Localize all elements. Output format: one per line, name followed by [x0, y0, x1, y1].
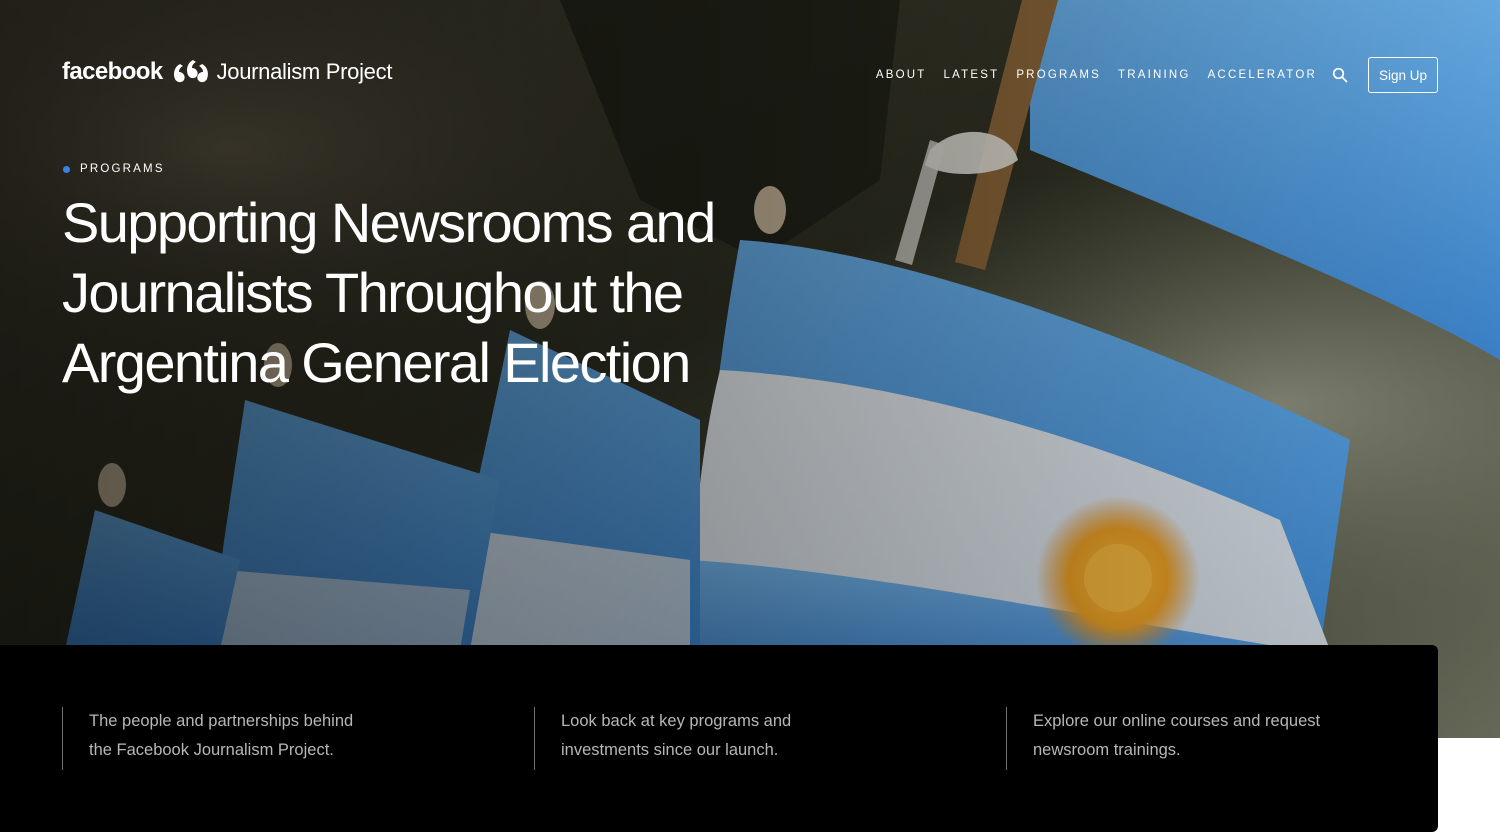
quote-marks-logo-icon	[173, 60, 208, 83]
nav-about[interactable]: ABOUT	[876, 69, 927, 81]
main-nav: ABOUT LATEST PROGRAMS TRAINING ACCELERAT…	[876, 57, 1438, 93]
category-dot	[63, 165, 70, 173]
nav-latest[interactable]: LATEST	[944, 69, 1000, 81]
feature-panel: The people and partnerships behind the F…	[0, 645, 1438, 832]
category-label-text: PROGRAMS	[80, 163, 165, 175]
nav-training[interactable]: TRAINING	[1118, 69, 1191, 81]
sign-up-button[interactable]: Sign Up	[1367, 57, 1438, 93]
nav-accelerator[interactable]: ACCELERATOR	[1208, 69, 1317, 81]
category-label[interactable]: PROGRAMS	[63, 163, 165, 175]
page-title: Supporting Newsrooms and Journalists Thr…	[62, 191, 716, 394]
site-logo[interactable]: facebook Journalism Project	[62, 58, 392, 86]
page: facebook Journalism Project ABOUT LATEST…	[0, 0, 1500, 832]
logo-journalism-project: Journalism Project	[216, 59, 393, 84]
search-icon[interactable]	[1332, 67, 1348, 83]
logo-facebook-wordmark: facebook	[62, 58, 163, 85]
panel-item-training[interactable]: Explore our online courses and request n…	[1006, 707, 1323, 770]
nav-programs[interactable]: PROGRAMS	[1016, 69, 1101, 81]
panel-item-about[interactable]: The people and partnerships behind the F…	[62, 707, 379, 770]
panel-item-programs[interactable]: Look back at key programs and investment…	[534, 707, 851, 770]
